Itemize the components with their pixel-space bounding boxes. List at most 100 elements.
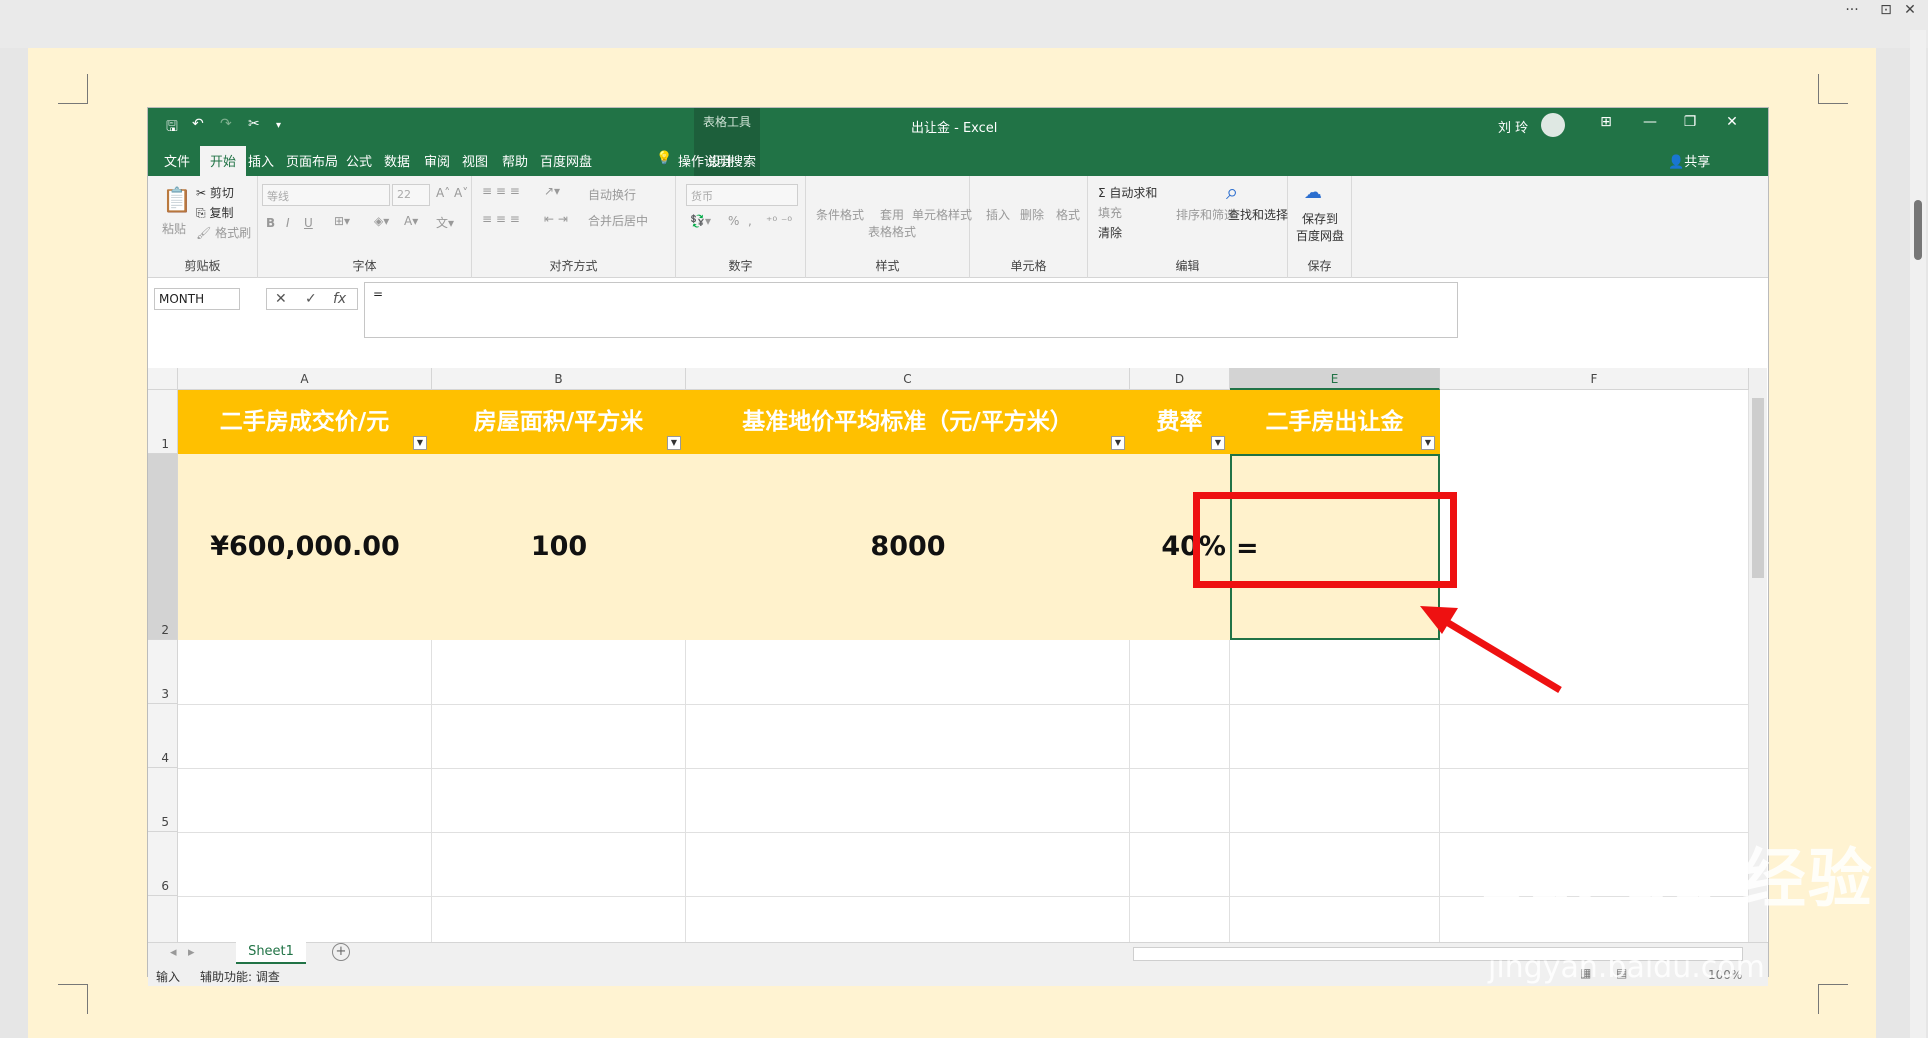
redo-icon[interactable]: ↷ <box>220 116 232 132</box>
font-name-select[interactable]: 等线 <box>262 184 390 206</box>
column-header-f[interactable]: F <box>1440 368 1749 390</box>
shrink-font-icon[interactable]: A˅ <box>454 186 468 200</box>
fill-button[interactable]: 填充 <box>1098 204 1122 221</box>
merge-center-button[interactable]: 合并后居中 <box>588 212 648 229</box>
data-cell[interactable]: 100 <box>432 454 686 640</box>
format-painter-button[interactable]: 🖌 格式刷 <box>196 224 251 241</box>
avatar[interactable] <box>1541 113 1565 137</box>
sort-filter-button[interactable]: 排序和筛选 <box>1176 206 1236 223</box>
cancel-icon[interactable]: ✕ <box>275 291 287 307</box>
row-header-1[interactable]: 1 <box>148 390 178 454</box>
bold-button[interactable]: B <box>266 216 275 230</box>
empty-cells[interactable] <box>1230 640 1440 943</box>
decimal-icon[interactable]: ⁺⁰ ⁻⁰ <box>766 214 792 228</box>
filter-dropdown-icon[interactable]: ▼ <box>413 436 427 450</box>
table-header-cell[interactable]: 房屋面积/平方米 ▼ <box>432 390 686 454</box>
undo-icon[interactable]: ↶ <box>192 116 204 132</box>
table-header-cell[interactable]: 二手房成交价/元 ▼ <box>178 390 432 454</box>
row-header-6[interactable]: 6 <box>148 832 178 896</box>
copy-button[interactable]: ⎘ 复制 <box>196 204 233 221</box>
empty-cells[interactable] <box>432 640 686 943</box>
accessibility-status[interactable]: 辅助功能: 调查 <box>200 968 280 985</box>
font-color-icon[interactable]: A▾ <box>404 214 418 228</box>
minimize-icon[interactable]: — <box>1640 114 1660 130</box>
name-box[interactable]: MONTH <box>154 288 240 310</box>
close-icon[interactable]: ✕ <box>1900 2 1920 22</box>
border-icon[interactable]: ⊞▾ <box>334 214 350 228</box>
autosum-button[interactable]: Σ 自动求和 <box>1098 184 1157 201</box>
empty-cells[interactable] <box>686 640 1130 943</box>
align-top-icon[interactable]: ≡ ≡ ≡ <box>482 184 520 198</box>
insert-button[interactable]: 插入 <box>986 206 1010 223</box>
fill-color-icon[interactable]: ◈▾ <box>374 214 389 228</box>
cell-styles-button[interactable]: 单元格样式 <box>912 206 972 223</box>
row-header-7[interactable] <box>148 896 178 943</box>
restore-window-icon[interactable]: ❐ <box>1680 114 1700 130</box>
italic-button[interactable]: I <box>286 216 290 230</box>
wrap-text-button[interactable]: 自动换行 <box>588 186 636 203</box>
table-header-cell[interactable]: 费率 ▼ <box>1130 390 1230 454</box>
column-header-d[interactable]: D <box>1130 368 1230 390</box>
sheet-tab[interactable]: Sheet1 <box>236 942 306 964</box>
percent-button[interactable]: % <box>728 214 739 228</box>
font-size-select[interactable]: 22 <box>392 184 430 206</box>
grow-font-icon[interactable]: A˄ <box>436 186 450 200</box>
filter-dropdown-icon[interactable]: ▼ <box>1421 436 1435 450</box>
select-all-corner[interactable] <box>148 368 178 390</box>
format-button[interactable]: 格式 <box>1056 206 1080 223</box>
tab-page-layout[interactable]: 页面布局 <box>286 151 338 170</box>
tab-formulas[interactable]: 公式 <box>346 151 372 170</box>
empty-cells[interactable] <box>1130 640 1230 943</box>
user-name[interactable]: 刘 玲 <box>1498 117 1528 136</box>
tell-me-search[interactable]: 操作说明搜索 <box>678 151 756 170</box>
filter-dropdown-icon[interactable]: ▼ <box>667 436 681 450</box>
cut-icon[interactable]: ✂ <box>248 116 260 132</box>
column-header-b[interactable]: B <box>432 368 686 390</box>
save-icon[interactable]: 🖫 <box>166 116 178 140</box>
phonetic-icon[interactable]: 文▾ <box>436 214 454 231</box>
row-header-5[interactable]: 5 <box>148 768 178 832</box>
tab-data[interactable]: 数据 <box>384 151 410 170</box>
page-scrollbar[interactable] <box>1910 30 1926 1038</box>
add-sheet-icon[interactable]: + <box>332 943 350 961</box>
formula-input[interactable]: = <box>364 282 1458 338</box>
ribbon-display-icon[interactable]: ⊞ <box>1596 114 1616 130</box>
accounting-icon[interactable]: 💱▾ <box>690 214 711 228</box>
column-header-e[interactable]: E <box>1230 368 1440 390</box>
filter-dropdown-icon[interactable]: ▼ <box>1211 436 1225 450</box>
restore-icon[interactable]: ⊡ <box>1876 2 1896 22</box>
paste-icon[interactable]: 📋 <box>162 186 192 214</box>
tab-view[interactable]: 视图 <box>462 151 488 170</box>
sheet-nav-left-icon[interactable]: ◂ <box>170 945 177 960</box>
conditional-format-button[interactable]: 条件格式 <box>816 206 864 223</box>
customize-qa-icon[interactable]: ▾ <box>276 120 281 131</box>
tab-baidu-pan[interactable]: 百度网盘 <box>540 151 592 170</box>
underline-button[interactable]: U <box>304 216 313 230</box>
align-left-icon[interactable]: ≡ ≡ ≡ <box>482 212 520 226</box>
filter-dropdown-icon[interactable]: ▼ <box>1111 436 1125 450</box>
page-scroll-thumb[interactable] <box>1914 200 1922 260</box>
table-header-cell[interactable]: 基准地价平均标准（元/平方米） ▼ <box>686 390 1130 454</box>
enter-icon[interactable]: ✓ <box>305 291 317 307</box>
tab-help[interactable]: 帮助 <box>502 151 528 170</box>
tab-insert[interactable]: 插入 <box>248 151 274 170</box>
close-window-icon[interactable]: ✕ <box>1722 114 1742 130</box>
row-header-4[interactable]: 4 <box>148 704 178 768</box>
data-cell[interactable]: ¥600,000.00 <box>178 454 432 640</box>
comma-button[interactable]: , <box>748 214 752 228</box>
paste-button[interactable]: 粘贴 <box>162 220 186 237</box>
data-cell[interactable]: 8000 <box>686 454 1130 640</box>
sheet-scroll-thumb[interactable] <box>1752 398 1764 578</box>
sheet-nav-right-icon[interactable]: ▸ <box>188 945 195 960</box>
tab-review[interactable]: 审阅 <box>424 151 450 170</box>
orientation-icon[interactable]: ↗▾ <box>544 184 560 198</box>
column-header-c[interactable]: C <box>686 368 1130 390</box>
find-select-button[interactable]: 查找和选择 <box>1228 206 1288 223</box>
insert-function-icon[interactable]: fx <box>333 291 346 307</box>
row-header-2[interactable]: 2 <box>148 454 178 640</box>
number-format-select[interactable]: 货币 <box>686 184 798 206</box>
empty-cells[interactable] <box>178 640 432 943</box>
row-header-3[interactable]: 3 <box>148 640 178 704</box>
format-as-table-button[interactable]: 套用 表格格式 <box>868 206 916 240</box>
more-icon[interactable]: ··· <box>1842 2 1862 22</box>
